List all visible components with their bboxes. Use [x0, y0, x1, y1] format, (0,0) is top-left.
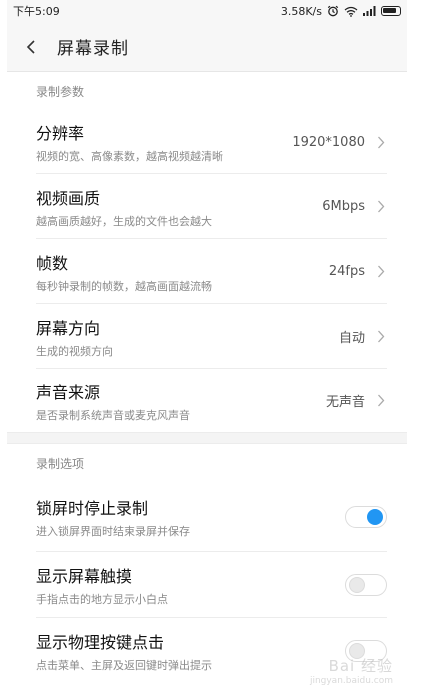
chevron-right-icon: [375, 200, 387, 214]
section-divider: [7, 432, 407, 444]
toggle-switch[interactable]: [345, 506, 387, 528]
network-speed: 3.58K/s: [280, 4, 322, 18]
setting-subtitle: 每秒钟录制的帧数，越高画面越流畅: [36, 279, 212, 293]
wifi-icon: [344, 6, 358, 17]
setting-title: 帧数: [36, 253, 69, 273]
watermark-logo: Bai 经验: [328, 657, 393, 675]
signal-icon: [363, 6, 376, 16]
page-title: 屏幕录制: [57, 39, 129, 59]
battery-icon: [381, 6, 401, 16]
toggle-knob: [349, 577, 365, 593]
setting-subtitle: 是否录制系统声音或麦克风声音: [36, 408, 190, 422]
chevron-right-icon: [375, 330, 387, 344]
chevron-right-icon: [375, 135, 387, 149]
option-row-stop-on-lock[interactable]: 锁屏时停止录制 进入锁屏界面时结束录屏并保存: [7, 482, 407, 552]
setting-value: 24fps: [328, 264, 365, 279]
setting-row-resolution[interactable]: 分辨率 视频的宽、高像素数，越高视频越清晰 1920*1080: [7, 110, 407, 174]
section-header-params: 录制参数: [7, 72, 407, 110]
setting-value: 6Mbps: [322, 199, 365, 214]
setting-title: 视频画质: [36, 188, 101, 208]
setting-row-quality[interactable]: 视频画质 越高画质越好，生成的文件也会越大 6Mbps: [7, 174, 407, 239]
setting-value: 1920*1080: [292, 134, 365, 150]
status-bar: 下午5:09 3.58K/s: [7, 0, 407, 22]
setting-title: 屏幕方向: [36, 318, 101, 338]
watermark-url: jingyan.baidu.com: [309, 676, 393, 686]
option-title: 锁屏时停止录制: [36, 499, 149, 518]
alarm-icon: [327, 5, 339, 17]
option-subtitle: 手指点击的地方显示小白点: [36, 593, 168, 606]
screen-recorder-settings: 下午5:09 3.58K/s 屏幕录制 录制参数 分辨率 视频的宽、高像素数，越…: [7, 0, 407, 692]
setting-row-audio-source[interactable]: 声音来源 是否录制系统声音或麦克风声音 无声音: [7, 369, 407, 432]
option-subtitle: 进入锁屏界面时结束录屏并保存: [36, 525, 190, 538]
watermark: Bai 经验 jingyan.baidu.com: [310, 655, 393, 686]
setting-title: 分辨率: [36, 124, 85, 143]
chevron-right-icon: [375, 394, 387, 408]
setting-row-orientation[interactable]: 屏幕方向 生成的视频方向 自动: [7, 304, 407, 369]
setting-subtitle: 生成的视频方向: [36, 344, 113, 358]
chevron-right-icon: [375, 265, 387, 279]
option-title: 显示屏幕触摸: [36, 567, 133, 586]
setting-subtitle: 视频的宽、高像素数，越高视频越清晰: [36, 150, 223, 163]
setting-title: 声音来源: [36, 382, 101, 402]
status-right: 3.58K/s: [281, 5, 401, 18]
status-time: 下午5:09: [13, 5, 60, 18]
title-bar: 屏幕录制: [7, 22, 407, 72]
setting-subtitle: 越高画质越好，生成的文件也会越大: [36, 214, 212, 228]
option-title: 显示物理按键点击: [36, 633, 165, 652]
option-row-show-touches[interactable]: 显示屏幕触摸 手指点击的地方显示小白点: [7, 552, 407, 618]
toggle-knob: [367, 509, 383, 525]
toggle-switch[interactable]: [345, 574, 387, 596]
setting-value: 自动: [338, 331, 365, 346]
section-header-options: 录制选项: [7, 444, 407, 482]
setting-value: 无声音: [325, 395, 365, 410]
option-subtitle: 点击菜单、主屏及返回键时弹出提示: [36, 659, 212, 672]
chevron-left-icon: [26, 39, 35, 54]
setting-row-framerate[interactable]: 帧数 每秒钟录制的帧数，越高画面越流畅 24fps: [7, 239, 407, 304]
back-button[interactable]: [19, 35, 43, 59]
